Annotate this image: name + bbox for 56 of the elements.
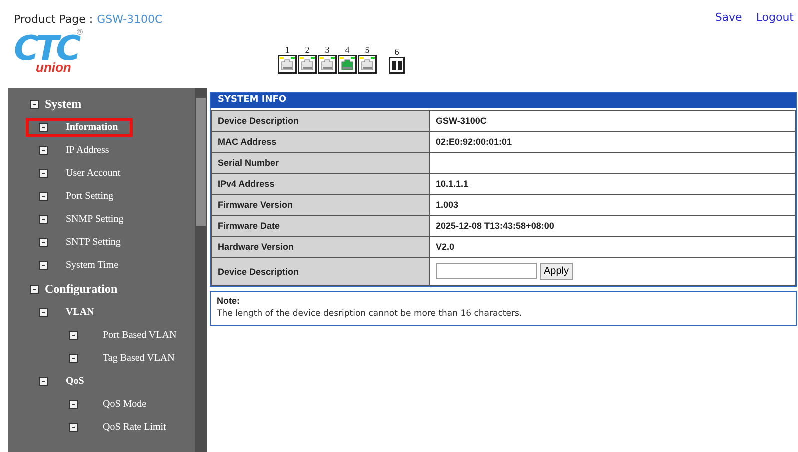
field-value: 2025-12-08 T13:43:58+08:00 xyxy=(430,216,796,236)
menu-item[interactable]: VLAN xyxy=(36,303,98,322)
collapse-icon xyxy=(69,400,78,409)
menu-item[interactable]: Configuration xyxy=(27,279,121,299)
field-value: V2.0 xyxy=(430,236,796,258)
collapse-icon xyxy=(39,169,48,178)
field-value: 1.003 xyxy=(430,194,796,216)
port-number: 4 xyxy=(345,45,350,55)
field-label: Firmware Date xyxy=(212,216,430,236)
menu-item[interactable]: SNTP Setting xyxy=(36,233,124,252)
menu-item[interactable]: Tag Based VLAN xyxy=(66,349,178,368)
menu-item[interactable]: Port Based VLAN xyxy=(66,326,180,345)
note-title: Note: xyxy=(217,296,241,306)
menu-item[interactable]: QoS Mode xyxy=(66,395,150,414)
field-value: 02:E0:92:00:01:01 xyxy=(430,132,796,152)
field-label: Device Description xyxy=(212,258,430,286)
menu-item[interactable]: User Account xyxy=(36,164,124,183)
product-name: GSW-3100C xyxy=(97,12,163,26)
header-link[interactable]: Save xyxy=(715,10,742,24)
collapse-icon xyxy=(39,238,48,247)
field-label: Device Description xyxy=(212,110,430,132)
collapse-icon xyxy=(69,423,78,432)
field-label: IPv4 Address xyxy=(212,174,430,194)
menu-item[interactable]: System xyxy=(27,94,85,114)
header-link[interactable]: Logout xyxy=(756,10,794,24)
port-number: 6 xyxy=(394,47,400,57)
field-value: GSW-3100C xyxy=(430,110,796,132)
page-label: Product Page : xyxy=(14,12,94,26)
field-label: Hardware Version xyxy=(212,236,430,258)
panel-title: SYSTEM INFO xyxy=(211,93,796,108)
menu-item[interactable]: IP Address xyxy=(36,141,112,160)
menu-item[interactable]: QoS Rate Limit xyxy=(66,418,170,437)
scrollbar[interactable] xyxy=(195,88,207,452)
menu-item[interactable]: SNMP Setting xyxy=(36,210,127,229)
apply-button[interactable]: Apply xyxy=(540,263,574,280)
collapse-icon xyxy=(39,261,48,270)
field-label: MAC Address xyxy=(212,132,430,152)
port-number: 3 xyxy=(325,45,330,55)
menu-item[interactable]: Port Setting xyxy=(36,187,117,206)
collapse-icon xyxy=(39,146,48,155)
collapse-icon xyxy=(69,354,78,363)
port-number: 2 xyxy=(305,45,310,55)
description-input[interactable] xyxy=(436,263,537,279)
note-text: The length of the device desription cannot be more than 16 characters. xyxy=(217,309,524,319)
field-label: Firmware Version xyxy=(212,194,430,216)
port-number: 1 xyxy=(285,45,290,55)
collapse-icon xyxy=(39,192,48,201)
collapse-icon xyxy=(69,331,78,340)
port-number: 5 xyxy=(365,45,370,55)
field-value: 10.1.1.1 xyxy=(430,174,796,194)
menu-item[interactable]: System Time xyxy=(36,256,122,275)
menu-item[interactable]: QoS xyxy=(36,372,88,391)
field-label: Serial Number xyxy=(212,152,430,174)
collapse-icon xyxy=(39,215,48,224)
collapse-icon xyxy=(39,123,48,132)
menu-item[interactable]: Information xyxy=(26,118,134,137)
